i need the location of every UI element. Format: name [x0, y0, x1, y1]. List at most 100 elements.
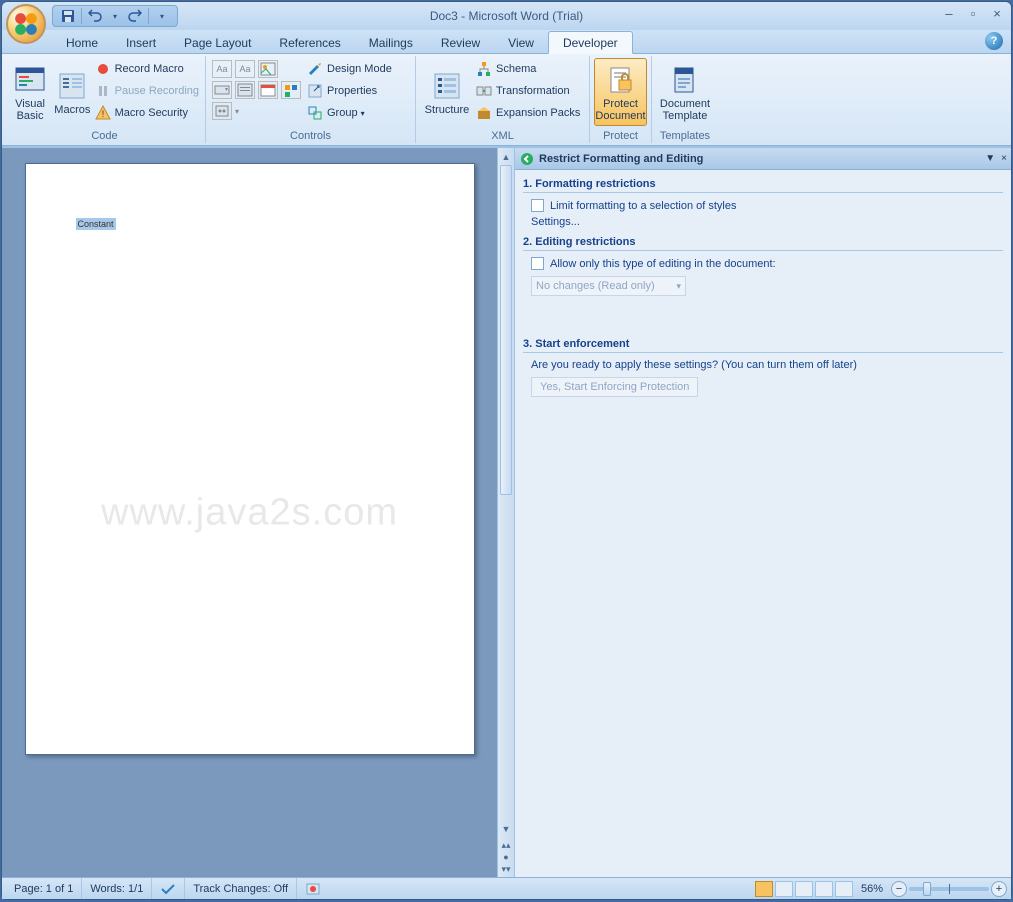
dropdown-control-icon[interactable]: [235, 81, 255, 99]
browse-object-icon[interactable]: ●: [503, 851, 508, 863]
group-controls-label: Controls: [210, 128, 411, 143]
redo-button[interactable]: [126, 7, 144, 25]
group-protect-label: Protect: [594, 128, 647, 143]
record-macro-button[interactable]: Record Macro: [93, 58, 201, 80]
design-mode-icon: [307, 61, 323, 77]
status-page[interactable]: Page: 1 of 1: [6, 878, 82, 899]
formatting-settings-link[interactable]: Settings...: [531, 216, 1003, 228]
schema-icon: [476, 61, 492, 77]
page[interactable]: Constant: [25, 163, 475, 755]
status-words[interactable]: Words: 1/1: [82, 878, 152, 899]
combo-control-icon[interactable]: [212, 81, 232, 99]
draft-view-button[interactable]: [835, 881, 853, 897]
schema-button[interactable]: Schema: [474, 58, 582, 80]
taskpane-nav-icon[interactable]: [519, 151, 535, 167]
expansion-packs-button[interactable]: Expansion Packs: [474, 102, 582, 124]
vertical-scrollbar[interactable]: ▲ ▼ ▴▴ ● ▾▾: [497, 148, 514, 877]
document-canvas[interactable]: Constant www.java2s.com: [2, 148, 497, 877]
properties-button[interactable]: Properties: [305, 80, 394, 102]
ribbon: Visual Basic Macros Record Macro Pause R…: [2, 54, 1011, 146]
status-track-changes[interactable]: Track Changes: Off: [185, 878, 297, 899]
date-control-icon[interactable]: [258, 81, 278, 99]
full-screen-view-button[interactable]: [775, 881, 793, 897]
pause-icon: [95, 83, 111, 99]
transformation-button[interactable]: Transformation: [474, 80, 582, 102]
group-icon: [307, 105, 323, 121]
macro-security-button[interactable]: !Macro Security: [93, 102, 201, 124]
protect-icon: [605, 64, 637, 96]
text-control-icon[interactable]: Aa: [235, 60, 255, 78]
limit-formatting-checkbox[interactable]: [531, 199, 544, 212]
tab-mailings[interactable]: Mailings: [355, 32, 427, 53]
qat-customize[interactable]: ▾: [153, 7, 171, 25]
next-page-icon[interactable]: ▾▾: [501, 863, 510, 875]
task-pane: Restrict Formatting and Editing ▼ × 1. F…: [514, 148, 1011, 877]
undo-dropdown[interactable]: ▾: [106, 7, 124, 25]
document-template-button[interactable]: Document Template: [656, 58, 714, 126]
transformation-icon: [476, 83, 492, 99]
picture-control-icon[interactable]: [258, 60, 278, 78]
tab-developer[interactable]: Developer: [548, 31, 633, 54]
status-proof[interactable]: [152, 878, 185, 899]
enforcement-question: Are you ready to apply these settings? (…: [531, 359, 1003, 371]
design-mode-button[interactable]: Design Mode: [305, 58, 394, 80]
tab-page-layout[interactable]: Page Layout: [170, 32, 265, 53]
building-block-control-icon[interactable]: [281, 81, 301, 99]
zoom-in-button[interactable]: +: [991, 881, 1007, 897]
start-enforcing-button: Yes, Start Enforcing Protection: [531, 377, 698, 397]
group-templates-label: Templates: [656, 128, 714, 143]
prev-page-icon[interactable]: ▴▴: [501, 839, 510, 851]
allow-editing-checkbox[interactable]: [531, 257, 544, 270]
zoom-level[interactable]: 56%: [861, 883, 883, 895]
properties-icon: [307, 83, 323, 99]
proofing-icon: [160, 882, 176, 896]
scroll-thumb[interactable]: [500, 165, 512, 495]
print-layout-view-button[interactable]: [755, 881, 773, 897]
selected-text[interactable]: Constant: [76, 218, 116, 230]
record-icon: [95, 61, 111, 77]
office-logo-icon: [13, 11, 39, 37]
structure-button[interactable]: Structure: [420, 58, 474, 126]
svg-text:!: !: [101, 109, 104, 119]
limit-formatting-label: Limit formatting to a selection of style…: [550, 200, 736, 212]
zoom-slider[interactable]: [909, 887, 989, 891]
tab-references[interactable]: References: [265, 32, 354, 53]
status-bar: Page: 1 of 1 Words: 1/1 Track Changes: O…: [2, 877, 1011, 899]
close-button[interactable]: ×: [989, 6, 1005, 21]
structure-icon: [431, 70, 463, 102]
status-macro[interactable]: [297, 878, 329, 899]
minimize-button[interactable]: –: [941, 6, 957, 21]
scroll-up-icon[interactable]: ▲: [498, 148, 514, 165]
macros-button[interactable]: Macros: [52, 58, 93, 126]
group-code-label: Code: [8, 128, 201, 143]
warning-icon: !: [95, 105, 111, 121]
taskpane-close-icon[interactable]: ×: [1001, 153, 1007, 164]
web-layout-view-button[interactable]: [795, 881, 813, 897]
help-button[interactable]: ?: [985, 32, 1003, 50]
template-icon: [669, 64, 701, 96]
undo-button[interactable]: [86, 7, 104, 25]
expansion-icon: [476, 105, 492, 121]
restore-button[interactable]: ▫: [965, 6, 981, 21]
section-enforcement-heading: 3. Start enforcement: [523, 336, 1003, 353]
editing-type-select: No changes (Read only) ▾: [531, 276, 686, 296]
office-button[interactable]: [6, 4, 46, 44]
quick-access-toolbar: ▾ ▾: [52, 5, 178, 27]
tab-view[interactable]: View: [494, 32, 548, 53]
outline-view-button[interactable]: [815, 881, 833, 897]
richtext-control-icon[interactable]: Aa: [212, 60, 232, 78]
legacy-tools-icon[interactable]: [212, 102, 232, 120]
zoom-out-button[interactable]: −: [891, 881, 907, 897]
tab-home[interactable]: Home: [52, 32, 112, 53]
taskpane-menu-icon[interactable]: ▼: [985, 153, 995, 164]
group-button[interactable]: Group▾: [305, 102, 394, 124]
redo-icon: [128, 9, 142, 23]
visual-basic-button[interactable]: Visual Basic: [8, 58, 52, 126]
scroll-down-icon[interactable]: ▼: [498, 820, 514, 837]
tab-insert[interactable]: Insert: [112, 32, 170, 53]
protect-document-button[interactable]: Protect Document: [594, 58, 647, 126]
visual-basic-icon: [14, 64, 46, 96]
undo-icon: [88, 9, 102, 23]
tab-review[interactable]: Review: [427, 32, 494, 53]
save-button[interactable]: [59, 7, 77, 25]
